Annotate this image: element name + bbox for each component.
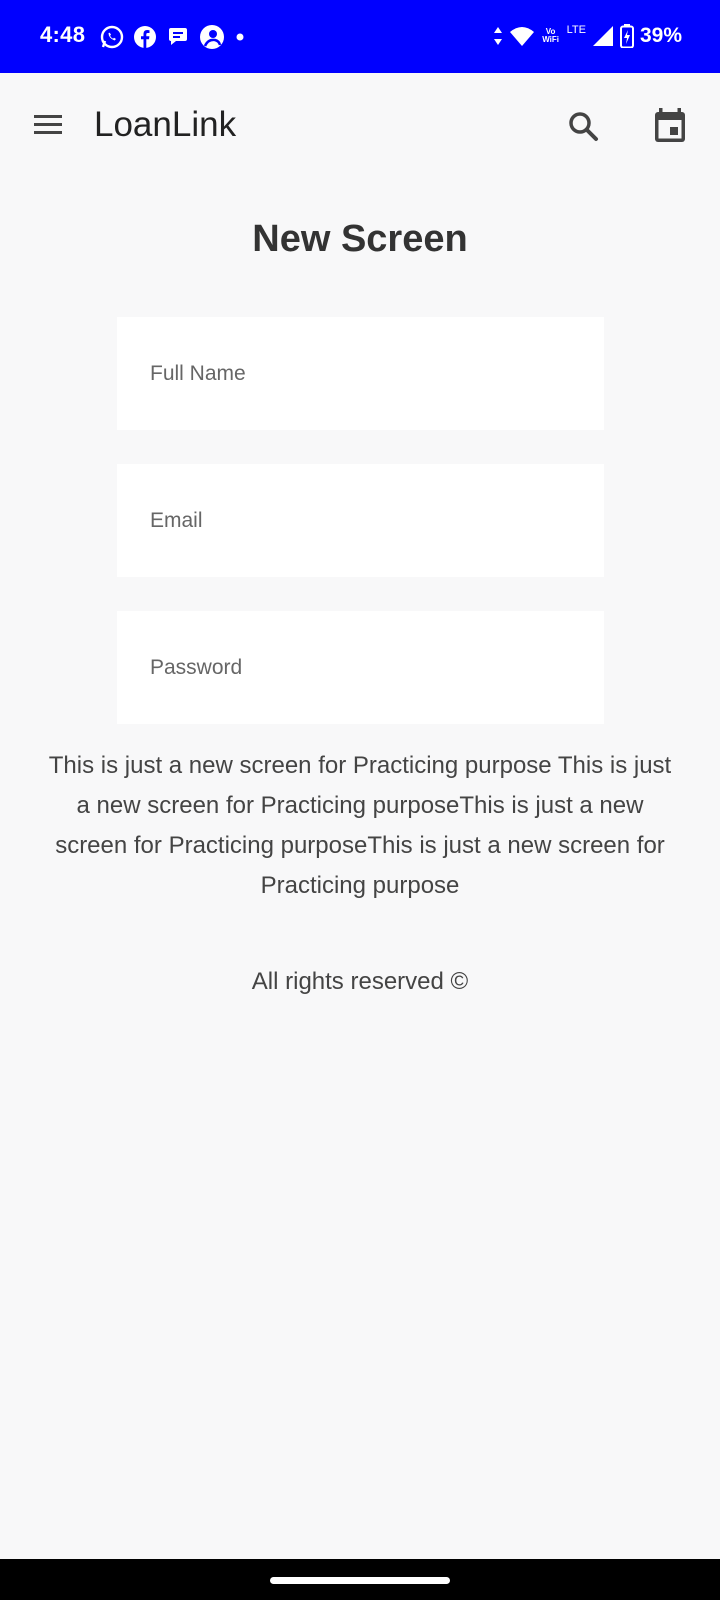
navigation-bar	[0, 1559, 720, 1600]
battery-charging-icon	[619, 24, 634, 48]
signal-icon	[592, 26, 613, 46]
system-icons: Vo WiFi LTE 39%	[493, 22, 682, 50]
footer-text: All rights reserved ©	[251, 968, 469, 995]
calendar-button[interactable]	[650, 105, 690, 145]
home-gesture-handle[interactable]	[270, 1577, 450, 1584]
password-field[interactable]	[117, 611, 604, 724]
description-text: This is just a new screen for Practicing…	[48, 752, 672, 899]
menu-button[interactable]	[30, 109, 70, 145]
lte-label: LTE	[566, 24, 586, 36]
chat-icon	[169, 28, 187, 45]
avatar-icon	[200, 25, 224, 49]
status-bar: 4:48 Vo WiFi LTE 39%	[0, 0, 720, 73]
page-title: New Screen	[252, 218, 468, 260]
menu-icon	[34, 115, 62, 134]
search-button[interactable]	[564, 107, 604, 147]
volte-icon: Vo WiFi	[541, 28, 561, 44]
app-title: LoanLink	[94, 105, 237, 144]
status-time: 4:48	[40, 22, 86, 47]
notification-icons	[100, 24, 246, 50]
full-name-field[interactable]	[117, 317, 604, 430]
whatsapp-icon	[100, 25, 124, 49]
email-field[interactable]	[117, 464, 604, 577]
wifi-icon	[509, 27, 534, 46]
data-arrows-icon	[493, 27, 502, 45]
facebook-icon	[134, 26, 156, 48]
app-bar: LoanLink	[0, 73, 720, 183]
search-icon	[569, 112, 598, 141]
calendar-icon	[655, 108, 685, 142]
dot-icon	[236, 33, 244, 41]
wifi-label: WiFi	[542, 35, 560, 44]
battery-percentage: 39%	[639, 24, 682, 47]
